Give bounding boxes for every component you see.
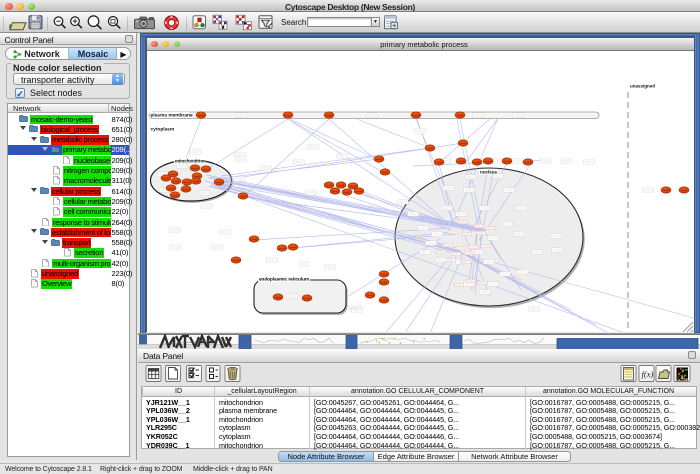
svg-text:cytoplasm: cytoplasm: [151, 126, 175, 132]
svg-text:plasma membrane: plasma membrane: [151, 112, 193, 118]
svg-text:f(x): f(x): [642, 369, 654, 379]
svg-text:endoplasmic reticulum: endoplasmic reticulum: [259, 276, 309, 281]
svg-text:unassigned: unassigned: [630, 83, 655, 88]
svg-text:mitochondrion: mitochondrion: [175, 158, 206, 163]
